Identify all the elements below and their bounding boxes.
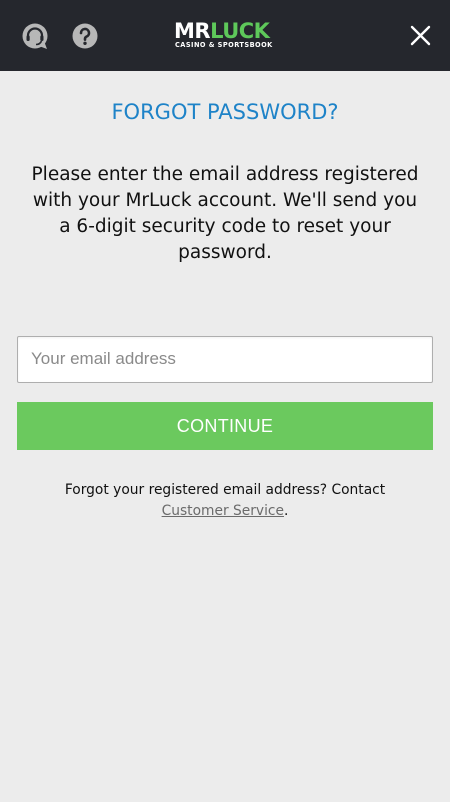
logo-tagline: CASINO & SPORTSBOOK [175, 41, 273, 49]
logo-luck-text: LUCK [210, 19, 270, 43]
email-input[interactable] [17, 336, 433, 383]
support-chat-icon[interactable] [21, 22, 49, 50]
note-text: Forgot your registered email address? Co… [64, 482, 386, 498]
note-period: . [284, 503, 289, 519]
logo-wordmark: MRLUCK [174, 19, 270, 43]
customer-service-link[interactable]: Customer Service [162, 503, 284, 519]
customer-service-note: Forgot your registered email address? Co… [30, 480, 420, 522]
continue-button[interactable]: CONTINUE [17, 402, 433, 450]
logo-mr-text: MR [174, 19, 211, 43]
top-bar: MRLUCK CASINO & SPORTSBOOK [0, 0, 450, 71]
instructions-text: Please enter the email address registere… [31, 164, 419, 263]
question-icon[interactable] [71, 22, 99, 50]
close-icon[interactable] [408, 23, 433, 48]
page-title: FORGOT PASSWORD? [111, 100, 339, 124]
mrluck-logo[interactable]: MRLUCK CASINO & SPORTSBOOK [174, 20, 278, 52]
